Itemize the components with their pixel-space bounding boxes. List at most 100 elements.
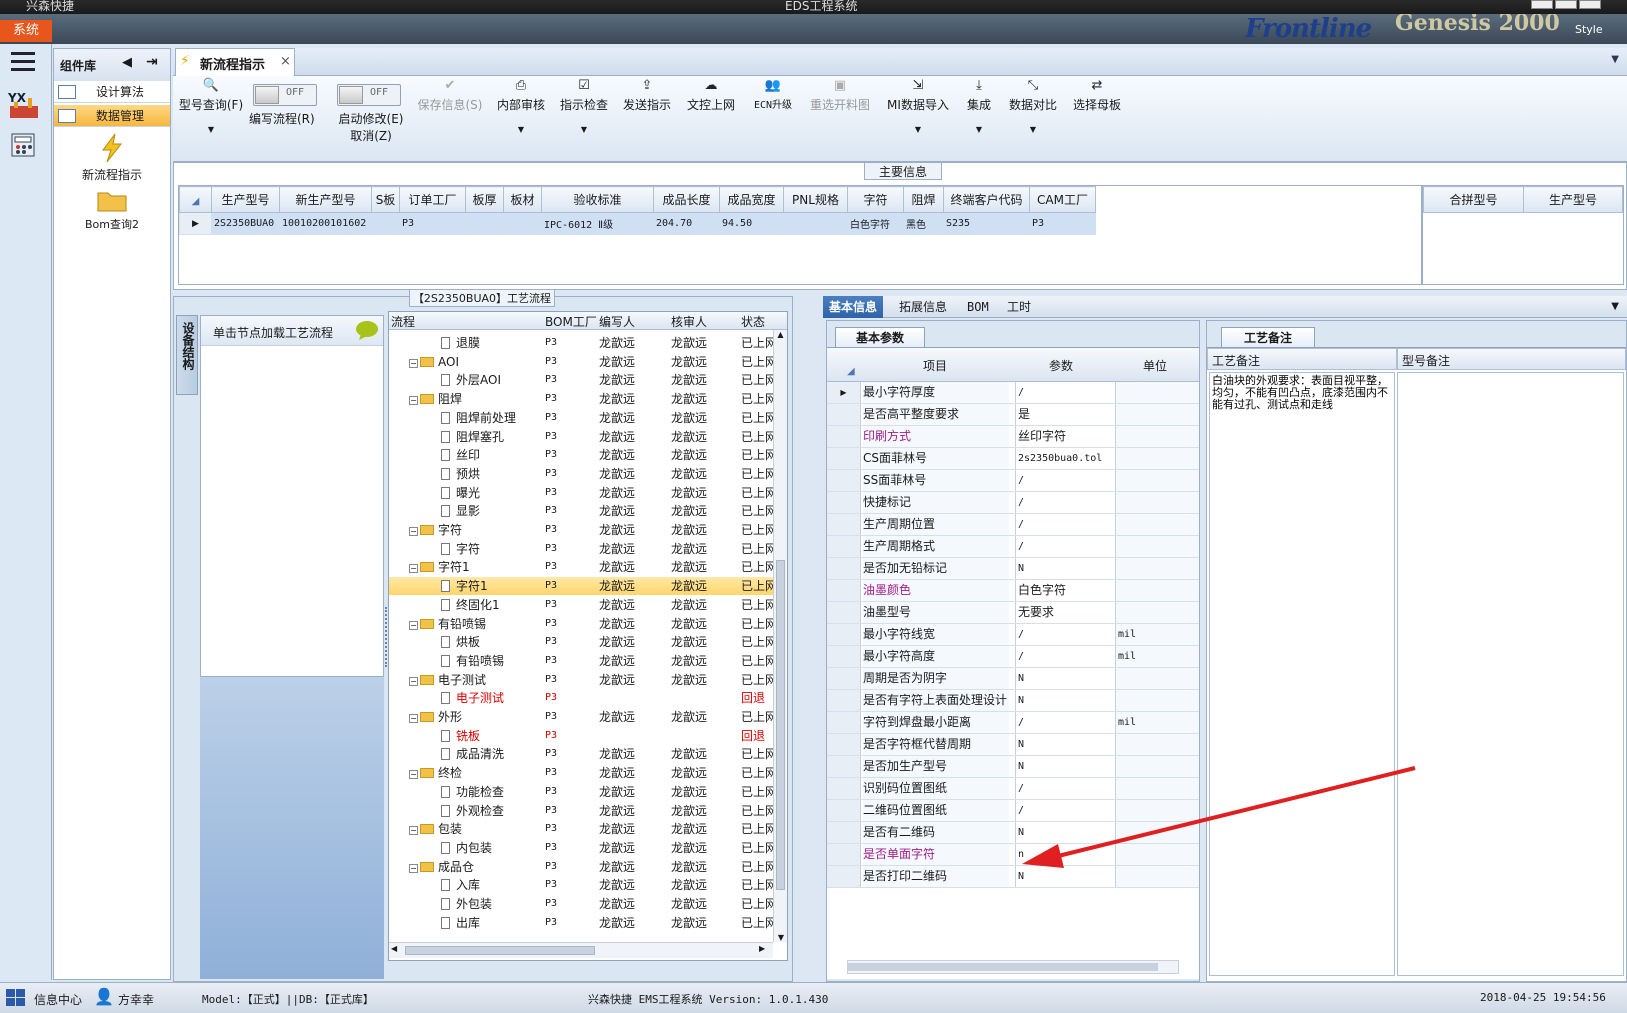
process-row[interactable]: 显影 P3 龙歆远 龙歆远 已上网 [389,502,773,520]
collapse-icon[interactable]: − [409,396,418,406]
process-row[interactable]: 阻焊塞孔 P3 龙歆远 龙歆远 已上网 [389,428,773,446]
param-value[interactable]: N [1015,668,1111,689]
comp-item-design-algorithm[interactable]: 设计算法 [54,81,170,103]
main-info-cell[interactable] [465,212,504,235]
save-info-button[interactable]: ✔ 保存信息(S) [413,78,487,113]
main-info-cell[interactable]: 94.50 [719,212,784,235]
speech-bubble-icon[interactable] [355,320,379,343]
hscroll-thumb[interactable] [848,963,1158,971]
scroll-left-icon[interactable]: ◀ [391,944,397,953]
param-value[interactable]: 白色字符 [1015,580,1111,601]
param-row[interactable]: 是否高平整度要求是 [827,404,1199,426]
process-row[interactable]: 退膜 P3 龙歆远 龙歆远 已上网 [389,334,773,352]
params-horizontal-scrollbar[interactable] [847,960,1179,974]
process-row[interactable]: 曝光 P3 龙歆远 龙歆远 已上网 [389,484,773,502]
collapse-icon[interactable]: − [409,863,418,873]
collapse-icon[interactable]: − [409,620,418,630]
collapse-icon[interactable]: − [409,826,418,836]
process-row[interactable]: 电子测试 P3 回退 [389,689,773,707]
param-row[interactable]: SS面菲林号 / [827,470,1199,492]
tab-basic-info[interactable]: 基本信息 [823,296,884,318]
process-row[interactable]: 丝印 P3 龙歆远 龙歆远 已上网 [389,446,773,464]
param-row[interactable]: 是否加无铅标记 N [827,558,1199,580]
process-row[interactable]: −电子测试 P3 龙歆远 龙歆远 已上网 [389,671,773,689]
data-compare-button[interactable]: ⤡ 数据对比 ▼ [1003,78,1063,134]
style-button[interactable]: Style [1575,23,1603,36]
model-query-button[interactable]: 🔍 型号查询(F) ▼ [175,78,247,134]
process-row[interactable]: 成品清洗 P3 龙歆远 龙歆远 已上网 [389,745,773,763]
param-value[interactable]: N [1015,690,1111,711]
param-row[interactable]: 快捷标记 / [827,492,1199,514]
process-row[interactable]: −有铅喷锡 P3 龙歆远 龙歆远 已上网 [389,615,773,633]
close-button[interactable] [1579,0,1601,9]
param-value[interactable]: 无要求 [1015,602,1111,623]
param-value[interactable]: / [1015,492,1111,513]
main-info-cell[interactable] [503,212,542,235]
process-row[interactable]: −字符1 P3 龙歆远 龙歆远 已上网 [389,558,773,576]
param-value[interactable]: 是 [1015,404,1111,425]
process-row[interactable]: 铣板 P3 回退 [389,727,773,745]
process-row[interactable]: 终固化1 P3 龙歆远 龙歆远 已上网 [389,596,773,614]
main-info-cell[interactable] [783,212,848,235]
param-row[interactable]: ▶ 最小字符厚度 / [827,382,1199,404]
hscroll-thumb[interactable] [405,946,595,955]
param-row[interactable]: 最小字符线宽 / mil [827,624,1199,646]
info-center-link[interactable]: 信息中心 [34,991,82,1008]
tab-extended-info[interactable]: 拓展信息 [893,296,953,318]
process-row[interactable]: 外层AOI P3 龙歆远 龙歆远 已上网 [389,371,773,389]
tab-bom[interactable]: BOM [961,296,995,318]
process-row[interactable]: 外观检查 P3 龙歆远 龙歆远 已上网 [389,802,773,820]
collapse-icon[interactable]: − [409,358,418,368]
process-row[interactable]: 字符1 P3 龙歆远 龙歆远 已上网 [389,577,773,596]
tab-new-process[interactable]: ⚡ 新流程指示 × [175,48,295,76]
process-row[interactable]: 烘板 P3 龙歆远 龙歆远 已上网 [389,633,773,651]
reselect-cutting-drawing-button[interactable]: ▣ 重选开料图 [805,78,875,113]
process-row[interactable]: 入库 P3 龙歆远 龙歆远 已上网 [389,876,773,894]
process-row[interactable]: 字符 P3 龙歆远 龙歆远 已上网 [389,540,773,558]
windows-icon[interactable] [6,989,26,1010]
system-menu-button[interactable]: 系统 [0,20,52,42]
model-remark-textarea[interactable] [1397,372,1624,976]
send-instruction-button[interactable]: ⇪ 发送指示 [617,78,677,113]
scroll-thumb[interactable] [776,560,785,890]
param-value[interactable]: N [1015,734,1111,755]
process-row[interactable]: 阻焊前处理 P3 龙歆远 龙歆远 已上网 [389,409,773,427]
collapse-icon[interactable]: − [409,676,418,686]
param-row[interactable]: 是否字符框代替周期 N [827,734,1199,756]
param-row[interactable]: 最小字符高度 / mil [827,646,1199,668]
param-value[interactable]: 丝印字符 [1015,426,1111,447]
write-process-toggle[interactable]: OFF [253,84,317,106]
collapse-icon[interactable]: − [409,564,418,574]
param-value[interactable]: / [1015,536,1111,557]
mi-data-import-button[interactable]: ⇲ MI数据导入 ▼ [883,78,953,134]
doc-control-online-button[interactable]: ☁ 文控上网 [681,78,741,113]
param-row[interactable]: CS面菲林号 2s2350bua0.tol [827,448,1199,470]
cancel-edit-label[interactable]: 取消(Z) [333,127,409,144]
tab-dropdown-icon[interactable]: ▼ [1611,54,1619,65]
process-row[interactable]: −外形 P3 龙歆远 龙歆远 已上网 [389,708,773,726]
scroll-right-icon[interactable]: ▶ [759,944,765,953]
param-value[interactable]: / [1015,382,1111,403]
process-row[interactable]: −字符 P3 龙歆远 龙歆远 已上网 [389,521,773,539]
collapse-icon[interactable]: − [409,714,418,723]
integrate-button[interactable]: ⤓ 集成 ▼ [959,78,999,134]
param-row[interactable]: 印刷方式 丝印字符 [827,426,1199,448]
param-value[interactable]: / [1015,624,1111,645]
window-controls[interactable] [1529,0,1609,9]
minimize-button[interactable] [1531,0,1553,9]
main-info-cell[interactable]: 204.70 [653,212,720,235]
process-horizontal-scrollbar[interactable]: ◀ ▶ [389,942,773,958]
process-row[interactable]: −阻焊 P3 龙歆远 龙歆远 已上网 [389,390,773,408]
equipment-structure-tab[interactable]: 设备结构 [176,315,198,395]
main-info-cell[interactable]: P3 [399,212,466,235]
main-info-cell[interactable]: 2S2350BUA0 [211,212,280,235]
internal-review-button[interactable]: ⎙ 内部审核 ▼ [491,78,551,134]
process-row[interactable]: −AOI P3 龙歆远 龙歆远 已上网 [389,353,773,371]
main-info-cell[interactable]: IPC-6012 Ⅱ级 [541,212,654,235]
process-row[interactable]: 外包装 P3 龙歆远 龙歆远 已上网 [389,895,773,913]
param-row[interactable]: 生产周期格式 / [827,536,1199,558]
main-info-cell[interactable]: 白色字符 [847,212,904,235]
param-value[interactable]: / [1015,712,1111,733]
ecn-upgrade-button[interactable]: 👥 ECN升级 [745,78,801,111]
param-value[interactable]: N [1015,558,1111,579]
